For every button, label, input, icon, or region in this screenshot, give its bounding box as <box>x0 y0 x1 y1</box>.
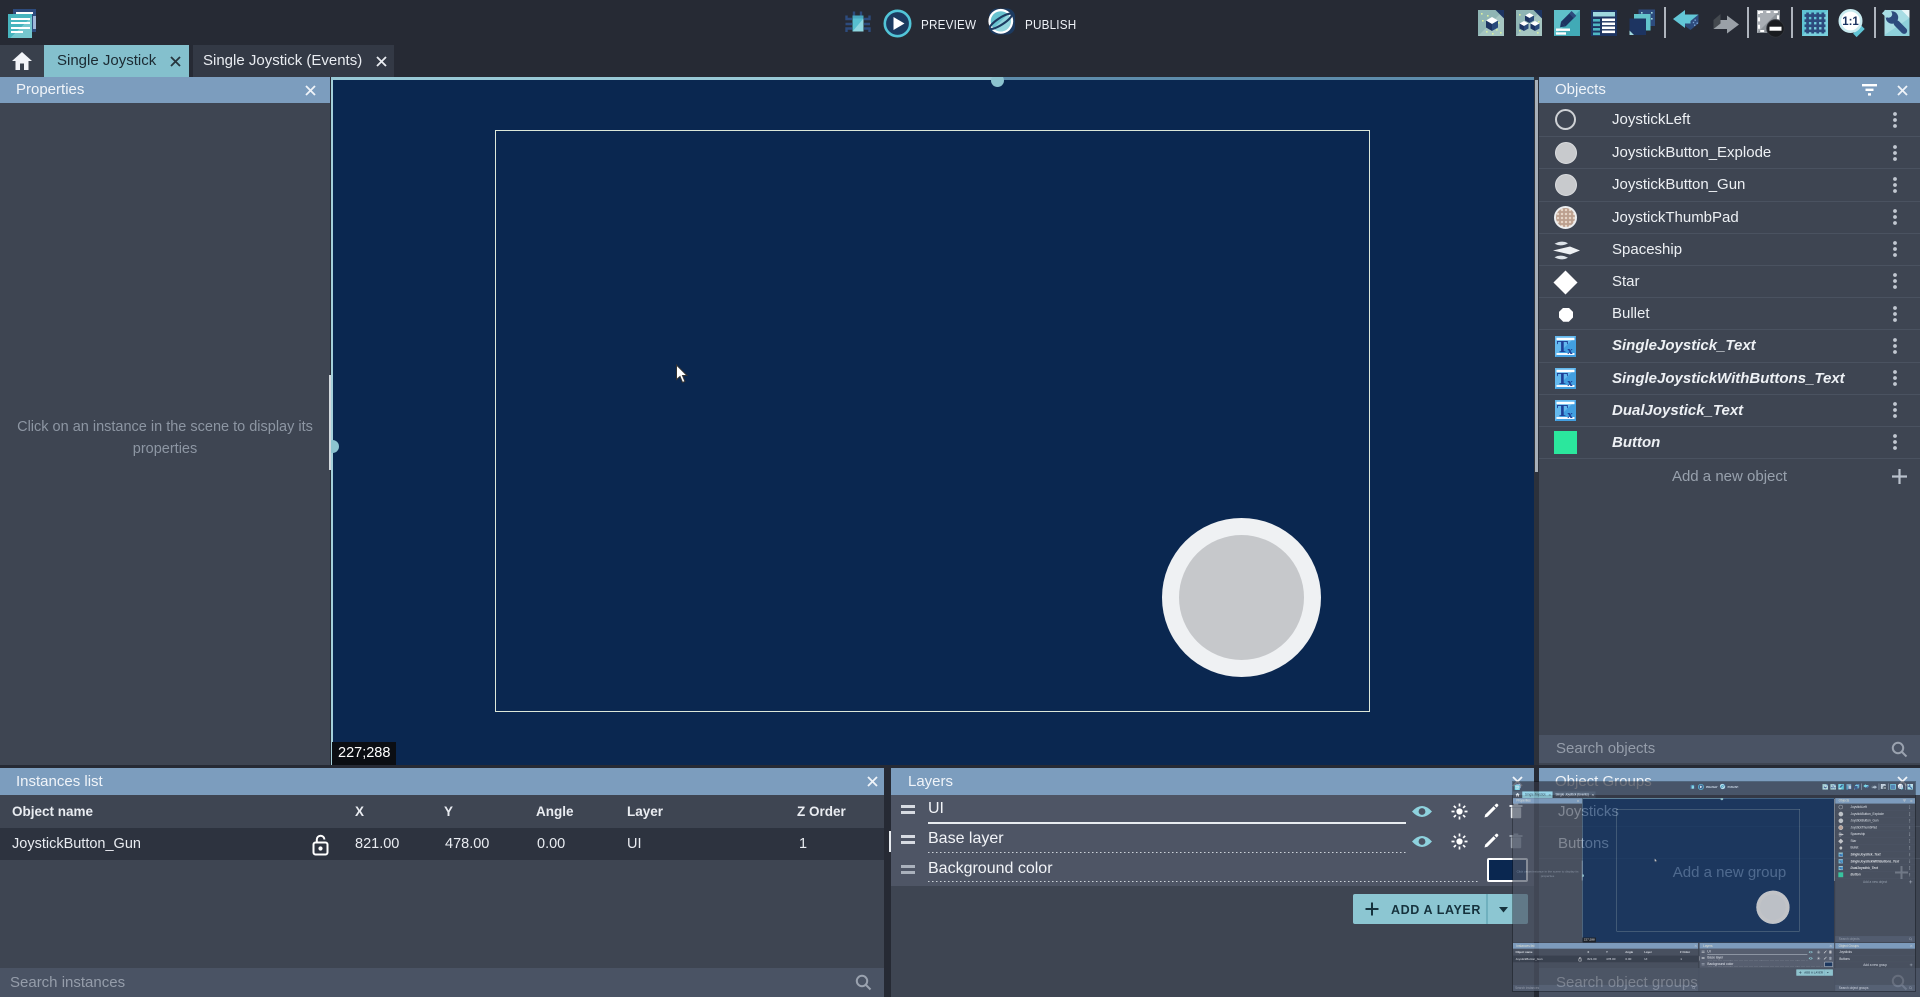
svg-text:x: x <box>1567 377 1573 389</box>
svg-text:x: x <box>1567 409 1573 421</box>
svg-text:1:1: 1:1 <box>1842 16 1859 28</box>
svg-text:x: x <box>1567 345 1573 357</box>
